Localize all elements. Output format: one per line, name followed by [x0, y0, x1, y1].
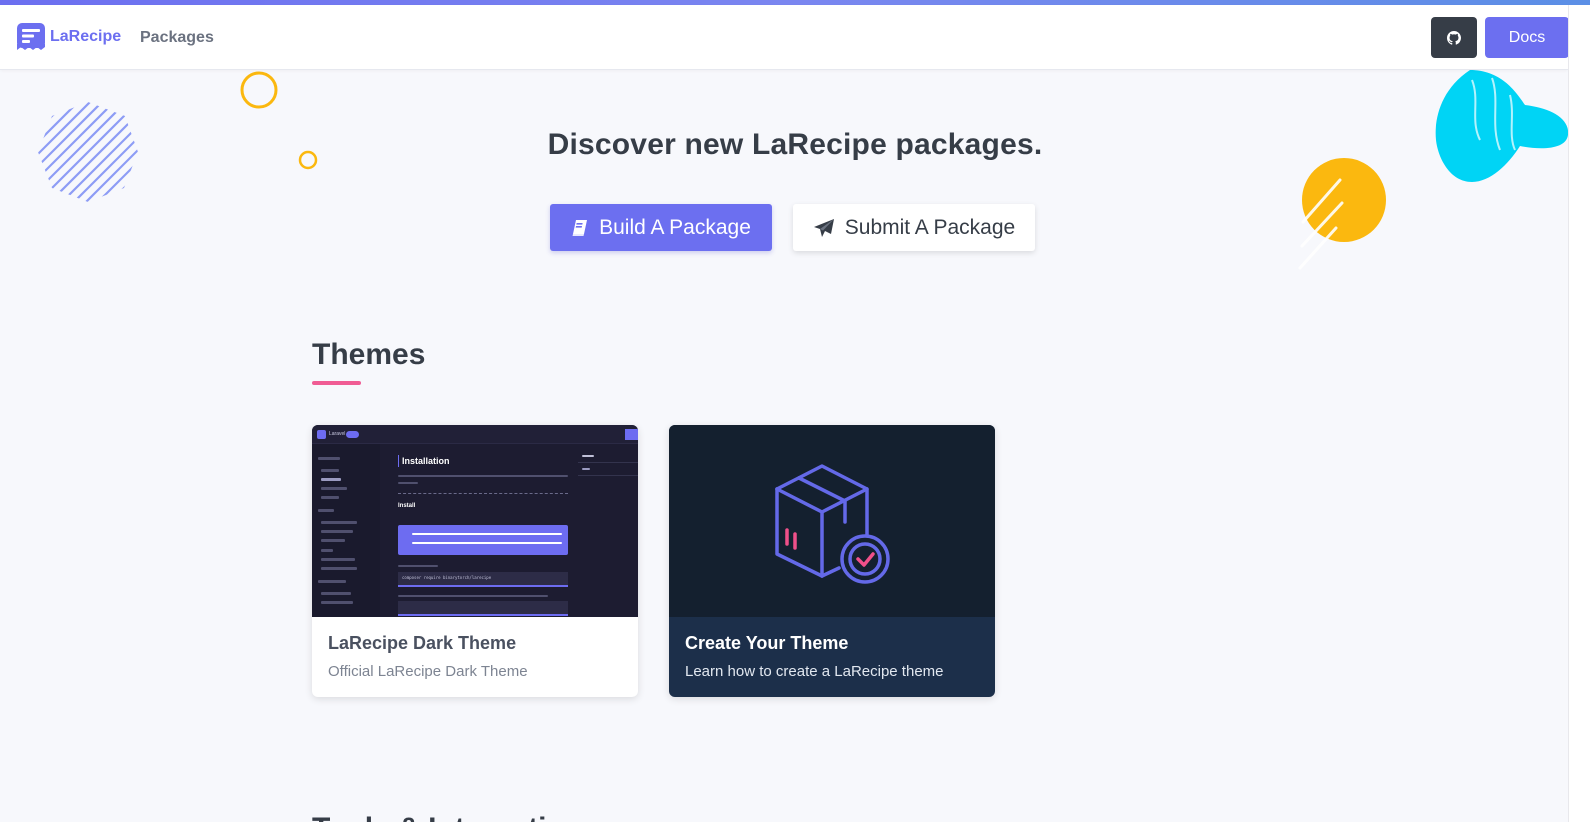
decorative-shapes: [38, 70, 1569, 270]
nav-link-packages[interactable]: Packages: [140, 29, 214, 47]
github-button[interactable]: [1431, 17, 1477, 58]
paper-plane-icon: [813, 218, 835, 238]
submit-package-button[interactable]: Submit A Package: [793, 204, 1035, 251]
card-title: Create Your Theme: [685, 633, 849, 653]
larecipe-logo-icon: [17, 23, 45, 50]
hero-title: Discover new LaRecipe packages.: [547, 128, 1043, 161]
docs-button[interactable]: Docs: [1485, 17, 1569, 58]
github-icon: [1447, 30, 1461, 45]
mini-brand: Laravel: [329, 431, 346, 437]
build-package-label: Build A Package: [599, 215, 751, 239]
book-icon: [571, 219, 589, 237]
theme-card-create[interactable]: Create Your Theme Learn how to create a …: [669, 425, 995, 697]
mini-subheading: Install: [398, 503, 416, 509]
navbar: LaRecipe Packages Docs: [0, 5, 1569, 70]
build-package-button[interactable]: Build A Package: [550, 204, 772, 251]
mini-heading: Installation: [402, 456, 450, 466]
brand[interactable]: LaRecipe: [16, 22, 121, 52]
dark-theme-preview-image: Laravel Installation Install composer re…: [312, 425, 638, 617]
submit-package-label: Submit A Package: [844, 215, 1016, 239]
themes-heading-underline: [312, 381, 361, 385]
next-section-heading: Tools & Integrations: [312, 812, 600, 822]
themes-heading: Themes: [312, 338, 426, 371]
brand-name: LaRecipe: [50, 28, 122, 45]
card-description: Official LaRecipe Dark Theme: [328, 663, 528, 680]
theme-card-dark[interactable]: Laravel Installation Install composer re…: [312, 425, 638, 697]
mini-code-text: composer require binarytorch/larecipe: [402, 575, 492, 580]
package-check-icon: [775, 463, 890, 584]
create-theme-illustration: [669, 425, 995, 617]
card-title: LaRecipe Dark Theme: [328, 633, 517, 653]
card-description: Learn how to create a LaRecipe theme: [685, 663, 944, 680]
